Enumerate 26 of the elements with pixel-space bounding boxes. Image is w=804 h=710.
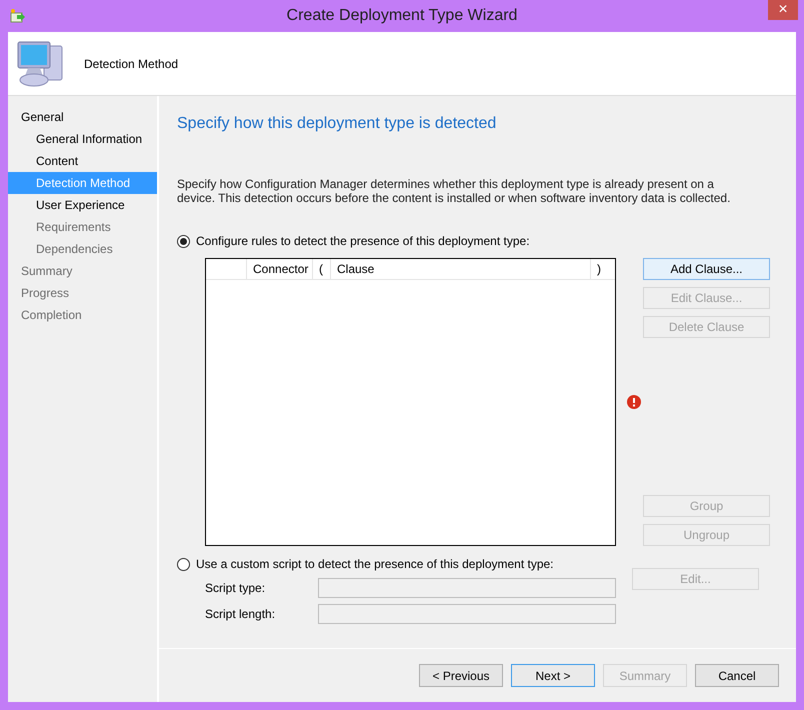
field-label: Script length:	[205, 606, 276, 623]
column-header[interactable]: )	[591, 259, 615, 279]
wizard-button[interactable]: Cancel	[695, 664, 779, 687]
wizard-button[interactable]: Next >	[511, 664, 595, 687]
wizard-button[interactable]: < Previous	[419, 664, 503, 687]
page-title: Detection Method	[84, 56, 178, 72]
wizard-button[interactable]: Add Clause...	[643, 258, 770, 280]
column-header[interactable]: (	[313, 259, 331, 279]
description-text: Specify how Configuration Manager determines whether this deployment type is already present on a device. This detection occurs before the content is installed or when software inventory data is collected.	[177, 177, 732, 205]
nav-item[interactable]: General Information	[8, 128, 157, 150]
window-title: Create Deployment Type Wizard	[286, 6, 518, 26]
field-label: Script type:	[205, 580, 266, 597]
close-button[interactable]: ×	[768, 0, 798, 20]
nav-item[interactable]: Detection Method	[8, 172, 157, 194]
radio-button[interactable]	[177, 558, 190, 570]
column-header[interactable]: Connector	[247, 259, 313, 279]
nav-item[interactable]: Content	[8, 150, 157, 172]
radio-button[interactable]	[177, 234, 190, 248]
nav-item[interactable]: User Experience	[8, 194, 157, 216]
radio-label: Use a custom script to detect the presence of this deployment type:	[196, 556, 554, 573]
nav-item[interactable]: General	[8, 106, 157, 128]
radio-label: Configure rules to detect the presence of this deployment type:	[196, 233, 530, 250]
section-heading: Specify how this deployment type is detected	[177, 114, 498, 134]
column-header[interactable]: Clause	[331, 259, 591, 279]
wizard-icon	[10, 8, 26, 24]
error-icon	[627, 395, 641, 409]
